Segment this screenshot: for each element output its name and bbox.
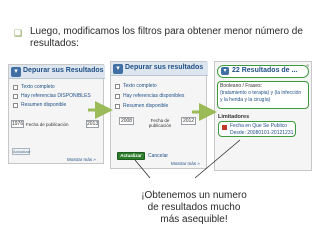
results-count-title: 22 Resultados de ... <box>232 67 298 74</box>
results-summary-panel: « ▾ 22 Resultados de ... Booleano / Fras… <box>214 61 312 171</box>
refine-results-panel-original: ▾ Depurar sus Resultados Texto completo … <box>8 64 105 164</box>
year-to-input[interactable]: 2013 <box>86 120 99 128</box>
panel-title: Depurar sus resultados <box>125 64 204 71</box>
checkbox-label: Texto completo <box>123 83 157 89</box>
chevron-down-icon[interactable]: ▾ <box>11 67 21 77</box>
panel-header[interactable]: ▾ Depurar sus resultados <box>111 62 208 76</box>
checkbox[interactable] <box>115 103 120 109</box>
slide-caption: ¡Obtenemos un numero de resultados mucho… <box>141 190 247 225</box>
panel-title: Depurar sus Resultados <box>23 67 104 74</box>
cancel-link[interactable]: Cancelar <box>148 153 168 159</box>
checkbox[interactable] <box>115 93 120 99</box>
checkbox[interactable] <box>115 83 120 89</box>
remove-limiter-icon[interactable] <box>222 125 227 130</box>
checkbox-label: Hay referencias DISPONIBLES <box>21 93 91 99</box>
results-count-header[interactable]: ▾ 22 Resultados de ... <box>217 65 309 78</box>
query-summary: Booleano / Frases: (tratamiento o terapi… <box>217 81 309 109</box>
year-to-input[interactable]: 2012 <box>181 117 196 125</box>
checkbox-label: Hay referencias disponibles <box>123 93 185 99</box>
bullet-marker-icon: ❑ <box>14 28 23 38</box>
update-button[interactable]: Actualizar <box>117 152 145 160</box>
year-from-input[interactable]: 2008 <box>119 117 134 125</box>
show-more-link[interactable]: Mostrar más » <box>171 161 200 166</box>
query-text-line[interactable]: (tratamiento o terapia) y (la infección <box>220 90 301 96</box>
show-more-link[interactable]: Mostrar más » <box>67 157 96 162</box>
query-text-line[interactable]: y la herida y la cirugía) <box>220 97 270 103</box>
limiters-heading: Limitadores <box>218 114 250 120</box>
checkbox[interactable] <box>13 93 18 99</box>
limiter-label: Fecha en Que Se Publico <box>230 123 287 129</box>
bullet-text: Luego, modificamos los filtros para obte… <box>30 26 303 49</box>
query-type-label: Booleano / Frases: <box>220 83 262 89</box>
refine-results-panel-modified: ▾ Depurar sus resultados Texto completo … <box>110 61 208 169</box>
checkbox-label: Resumen disponible <box>123 103 169 109</box>
filter-full-text[interactable]: Texto completo <box>13 83 55 91</box>
checkbox-label: Texto completo <box>21 84 55 90</box>
filter-references-available[interactable]: Hay referencias DISPONIBLES <box>13 92 91 100</box>
panel-header[interactable]: ▾ Depurar sus Resultados <box>9 65 105 79</box>
limiter-range: Desde: 20080101-20121231 <box>230 130 294 136</box>
chevron-down-icon[interactable]: ▾ <box>221 67 229 75</box>
filter-full-text[interactable]: Texto completo <box>115 82 157 90</box>
update-button[interactable]: Actualizar <box>12 148 31 155</box>
year-from-input[interactable]: 1976 <box>11 120 24 128</box>
checkbox[interactable] <box>13 102 18 108</box>
limiter-date-filter[interactable]: Fecha en Que Se Publico Desde: 20080101-… <box>218 121 296 137</box>
publication-date-label: Fecha de publicación <box>26 122 69 127</box>
filter-abstract-available[interactable]: Resumen disponible <box>115 102 168 110</box>
filter-abstract-available[interactable]: Resumen disponible <box>13 101 66 109</box>
chevron-down-icon[interactable]: ▾ <box>113 64 123 74</box>
publication-date-label: Fecha de publicación <box>148 118 172 128</box>
filter-references-available[interactable]: Hay referencias disponibles <box>115 92 184 100</box>
checkbox-label: Resumen disponible <box>21 102 67 108</box>
checkbox[interactable] <box>13 84 18 90</box>
